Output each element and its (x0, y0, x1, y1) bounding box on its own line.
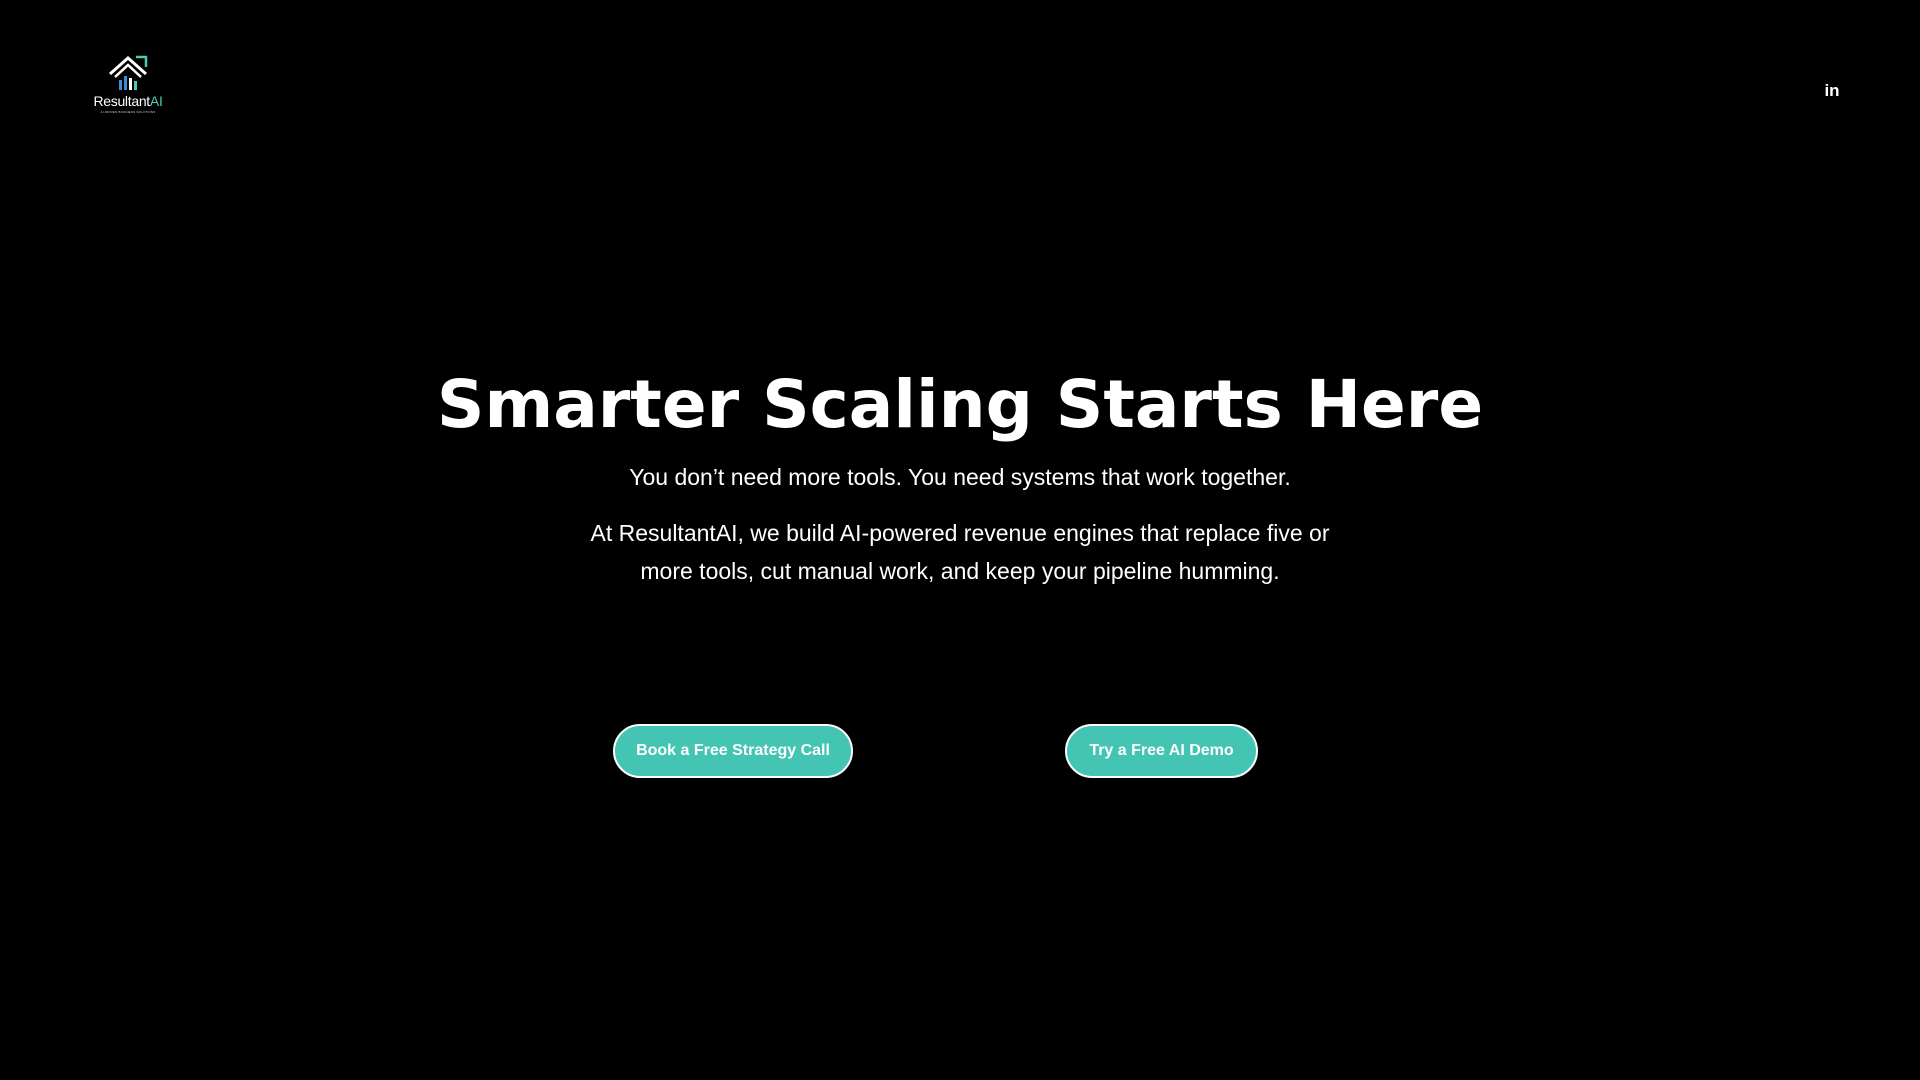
book-strategy-call-button[interactable]: Book a Free Strategy Call (613, 724, 853, 778)
hero-title: Smarter Scaling Starts Here (436, 366, 1484, 443)
hero-section: Smarter Scaling Starts Here You don’t ne… (0, 360, 1920, 590)
logo-wordmark-resultant: Resultant (93, 93, 150, 109)
linkedin-link[interactable]: in (1818, 76, 1846, 104)
linkedin-icon: in (1824, 80, 1840, 100)
logo-wordmark: ResultantAI (88, 94, 168, 109)
logo-tagline: AI-DRIVEN BUSINESS SOLUTIONS (100, 110, 156, 114)
hero-subtitle: You don’t need more tools. You need syst… (629, 464, 1291, 490)
logo-link[interactable]: ResultantAI AI-DRIVEN BUSINESS SOLUTIONS (88, 54, 168, 118)
try-ai-demo-button[interactable]: Try a Free AI Demo (1065, 724, 1258, 778)
site-header: ResultantAI AI-DRIVEN BUSINESS SOLUTIONS… (0, 0, 1920, 140)
house-chart-logo-icon (109, 55, 148, 90)
hero-body: At ResultantAI, we build AI-powered reve… (590, 520, 1330, 584)
logo-wordmark-ai: AI (149, 93, 163, 109)
